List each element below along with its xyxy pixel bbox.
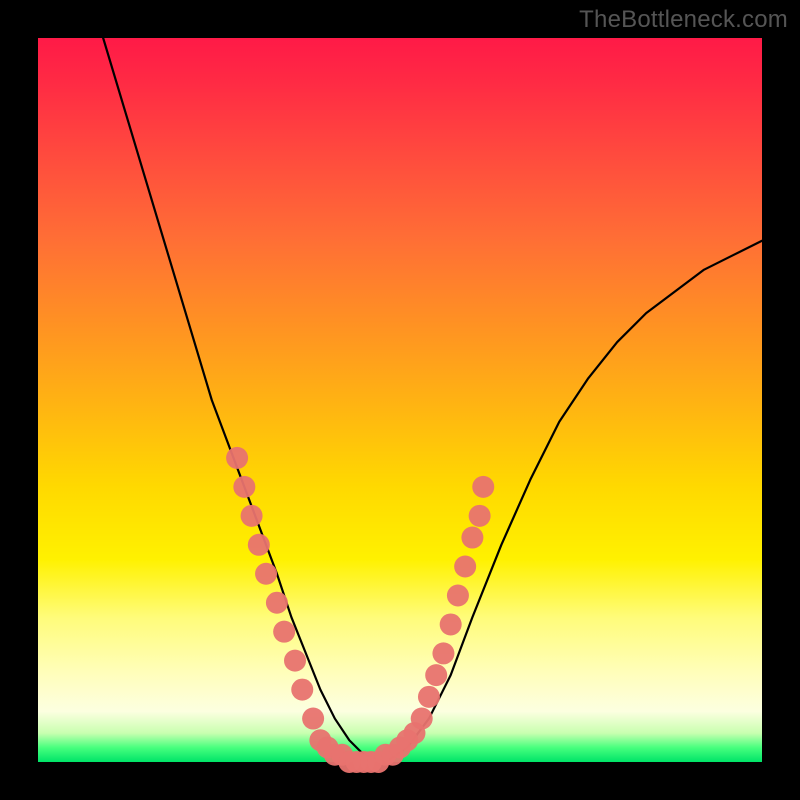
data-point — [454, 556, 476, 578]
data-point — [411, 708, 433, 730]
data-point — [461, 527, 483, 549]
watermark-text: TheBottleneck.com — [579, 6, 788, 34]
data-point — [440, 613, 462, 635]
data-point — [447, 584, 469, 606]
chart-frame: TheBottleneck.com — [0, 0, 800, 800]
data-point — [469, 505, 491, 527]
data-point — [284, 650, 306, 672]
plot-area — [38, 38, 762, 762]
data-point — [302, 708, 324, 730]
chart-svg — [38, 38, 762, 762]
data-point — [255, 563, 277, 585]
data-point — [233, 476, 255, 498]
data-point — [425, 664, 447, 686]
data-point — [472, 476, 494, 498]
data-point — [291, 679, 313, 701]
data-point — [226, 447, 248, 469]
data-point — [273, 621, 295, 643]
data-point — [248, 534, 270, 556]
data-point — [432, 642, 454, 664]
data-point — [241, 505, 263, 527]
data-point — [266, 592, 288, 614]
data-point — [418, 686, 440, 708]
